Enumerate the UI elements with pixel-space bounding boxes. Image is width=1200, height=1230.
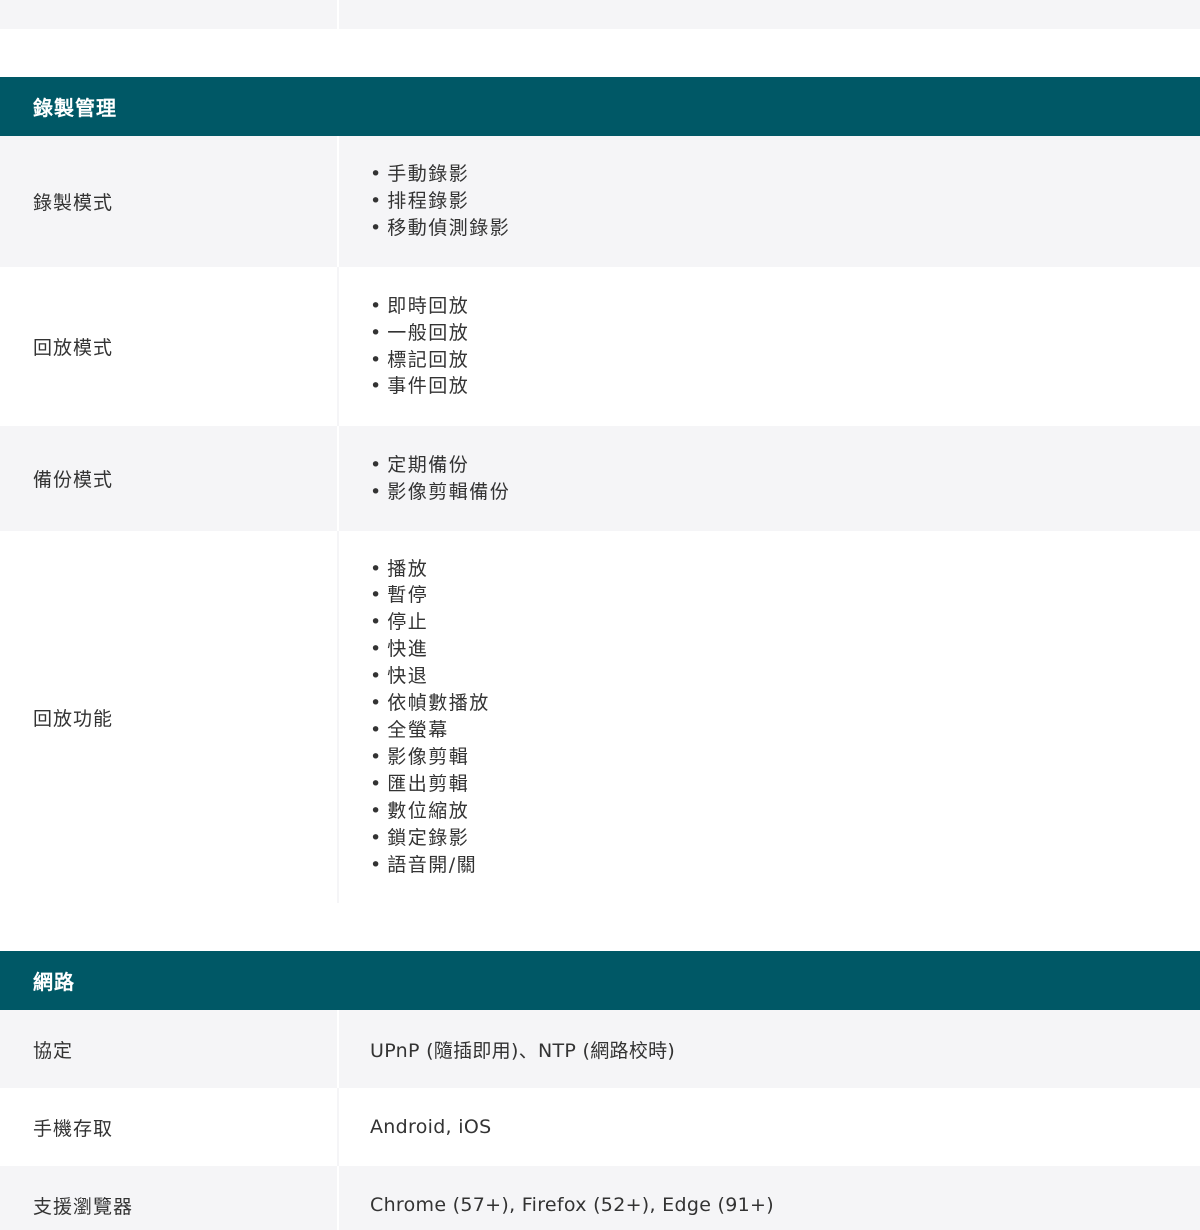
spec-row-backup-mode: 備份模式 定期備份 影像剪輯備份	[0, 426, 1200, 531]
list-item: 標記回放	[370, 347, 469, 374]
list-item: 鎖定錄影	[370, 825, 490, 852]
spec-row-mobile-access: 手機存取 Android, iOS	[0, 1088, 1200, 1166]
spec-page: 錄製管理 錄製模式 手動錄影 排程錄影 移動偵測錄影 回放模式 即時回放 一般回…	[0, 0, 1200, 1230]
section-title: 網路	[33, 970, 75, 994]
bullet-list: 定期備份 影像剪輯備份	[370, 452, 510, 506]
list-item: 停止	[370, 609, 490, 636]
spec-value: 定期備份 影像剪輯備份	[337, 426, 1200, 531]
spec-label: 回放功能	[33, 707, 114, 730]
list-item: 影像剪輯	[370, 744, 490, 771]
list-item: 定期備份	[370, 452, 510, 479]
spec-label: 協定	[0, 1010, 337, 1088]
spec-row-playback-functions: 回放功能 播放 暫停 停止 快進 快退 依幀數播放 全螢幕 影像剪輯 匯出剪輯 …	[0, 531, 1200, 903]
spec-value: 手動錄影 排程錄影 移動偵測錄影	[337, 136, 1200, 267]
spec-label-cell	[0, 0, 337, 29]
bullet-list: 手動錄影 排程錄影 移動偵測錄影	[370, 161, 510, 242]
section-header-recording: 錄製管理	[0, 77, 1200, 136]
spec-value-cell	[337, 0, 1200, 29]
spec-label: 支援瀏覽器	[0, 1166, 337, 1230]
bullet-list: 播放 暫停 停止 快進 快退 依幀數播放 全螢幕 影像剪輯 匯出剪輯 數位縮放 …	[370, 556, 490, 879]
section-title: 錄製管理	[33, 96, 117, 120]
list-item: 手動錄影	[370, 161, 510, 188]
spec-value: UPnP (隨插即用)、NTP (網路校時)	[337, 1010, 1200, 1088]
section-header-network: 網路	[0, 951, 1200, 1010]
list-item: 依幀數播放	[370, 690, 490, 717]
spec-value: Chrome (57+), Firefox (52+), Edge (91+)	[337, 1166, 1200, 1230]
spec-row-protocol: 協定 UPnP (隨插即用)、NTP (網路校時)	[0, 1010, 1200, 1088]
list-item: 即時回放	[370, 293, 469, 320]
list-item: 播放	[370, 556, 490, 583]
list-item: 移動偵測錄影	[370, 215, 510, 242]
list-item: 數位縮放	[370, 798, 490, 825]
list-item: 影像剪輯備份	[370, 479, 510, 506]
list-item: 快退	[370, 663, 490, 690]
spec-label: 回放模式	[33, 337, 114, 359]
list-item: 排程錄影	[370, 188, 510, 215]
spec-row-playback-mode: 回放模式 即時回放 一般回放 標記回放 事件回放	[0, 267, 1200, 426]
spec-row-partial	[0, 0, 1200, 29]
list-item: 匯出剪輯	[370, 771, 490, 798]
list-item: 語音開/關	[370, 852, 490, 879]
spec-label: 手機存取	[33, 1117, 114, 1140]
spec-label: 錄製模式	[0, 136, 337, 267]
spec-value: 即時回放 一般回放 標記回放 事件回放	[337, 267, 1200, 426]
list-item: 全螢幕	[370, 717, 490, 744]
spec-label: 備份模式	[0, 426, 337, 531]
spec-value: 播放 暫停 停止 快進 快退 依幀數播放 全螢幕 影像剪輯 匯出剪輯 數位縮放 …	[337, 531, 1200, 903]
list-item: 暫停	[370, 582, 490, 609]
bullet-list: 即時回放 一般回放 標記回放 事件回放	[370, 293, 469, 401]
list-item: 事件回放	[370, 373, 469, 400]
list-item: 快進	[370, 636, 490, 663]
spec-row-browsers: 支援瀏覽器 Chrome (57+), Firefox (52+), Edge …	[0, 1166, 1200, 1230]
list-item: 一般回放	[370, 320, 469, 347]
spec-row-recording-mode: 錄製模式 手動錄影 排程錄影 移動偵測錄影	[0, 136, 1200, 267]
spec-value: Android, iOS	[337, 1088, 1200, 1166]
